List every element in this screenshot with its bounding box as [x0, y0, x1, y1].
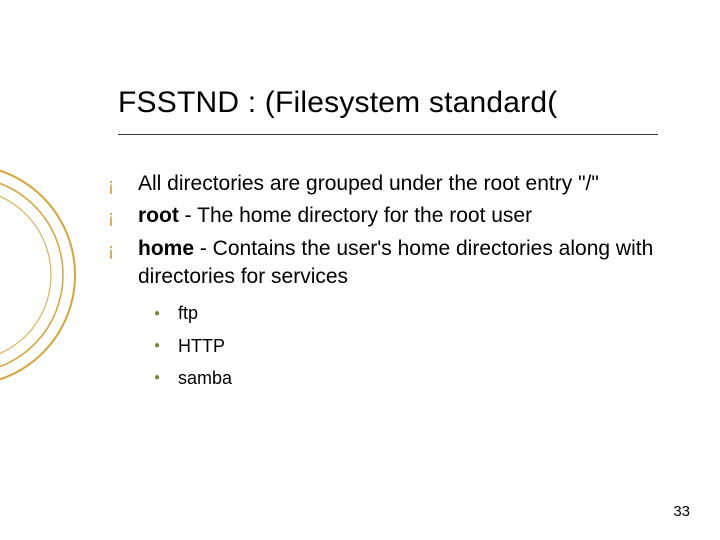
- sublist-item: ● ftp: [154, 301, 668, 325]
- square-bullet-icon: ●: [154, 337, 178, 355]
- circle-bullet-icon: ¡: [108, 170, 138, 198]
- sublist-item-text: ftp: [178, 301, 198, 325]
- list-item-plain: - The home directory for the root user: [179, 204, 532, 227]
- list-item-bold: home: [138, 237, 194, 260]
- list-item-plain: All directories are grouped under the ro…: [138, 172, 599, 195]
- sublist: ● ftp ● HTTP ● samba: [154, 301, 668, 390]
- title-underline: [118, 134, 658, 135]
- list-item: ¡ home - Contains the user's home direct…: [108, 235, 668, 292]
- sublist-item: ● HTTP: [154, 334, 668, 358]
- list-item-text: All directories are grouped under the ro…: [138, 170, 668, 198]
- square-bullet-icon: ●: [154, 369, 178, 387]
- circle-bullet-icon: ¡: [108, 202, 138, 230]
- page-number: 33: [673, 503, 690, 520]
- list-item: ¡ root - The home directory for the root…: [108, 202, 668, 230]
- body-content: ¡ All directories are grouped under the …: [108, 170, 668, 398]
- list-item: ¡ All directories are grouped under the …: [108, 170, 668, 198]
- list-item-text: root - The home directory for the root u…: [138, 202, 668, 230]
- sublist-item: ● samba: [154, 366, 668, 390]
- sublist-item-text: HTTP: [178, 334, 225, 358]
- list-item-plain: - Contains the user's home directories a…: [138, 237, 653, 288]
- sublist-item-text: samba: [178, 366, 232, 390]
- slide-title: FSSTND : (Filesystem standard(: [118, 86, 680, 120]
- list-item-bold: root: [138, 204, 179, 227]
- circle-bullet-icon: ¡: [108, 235, 138, 292]
- slide: FSSTND : (Filesystem standard( ¡ All dir…: [0, 0, 720, 540]
- square-bullet-icon: ●: [154, 305, 178, 323]
- accent-graphic: [0, 120, 90, 430]
- list-item-text: home - Contains the user's home director…: [138, 235, 668, 292]
